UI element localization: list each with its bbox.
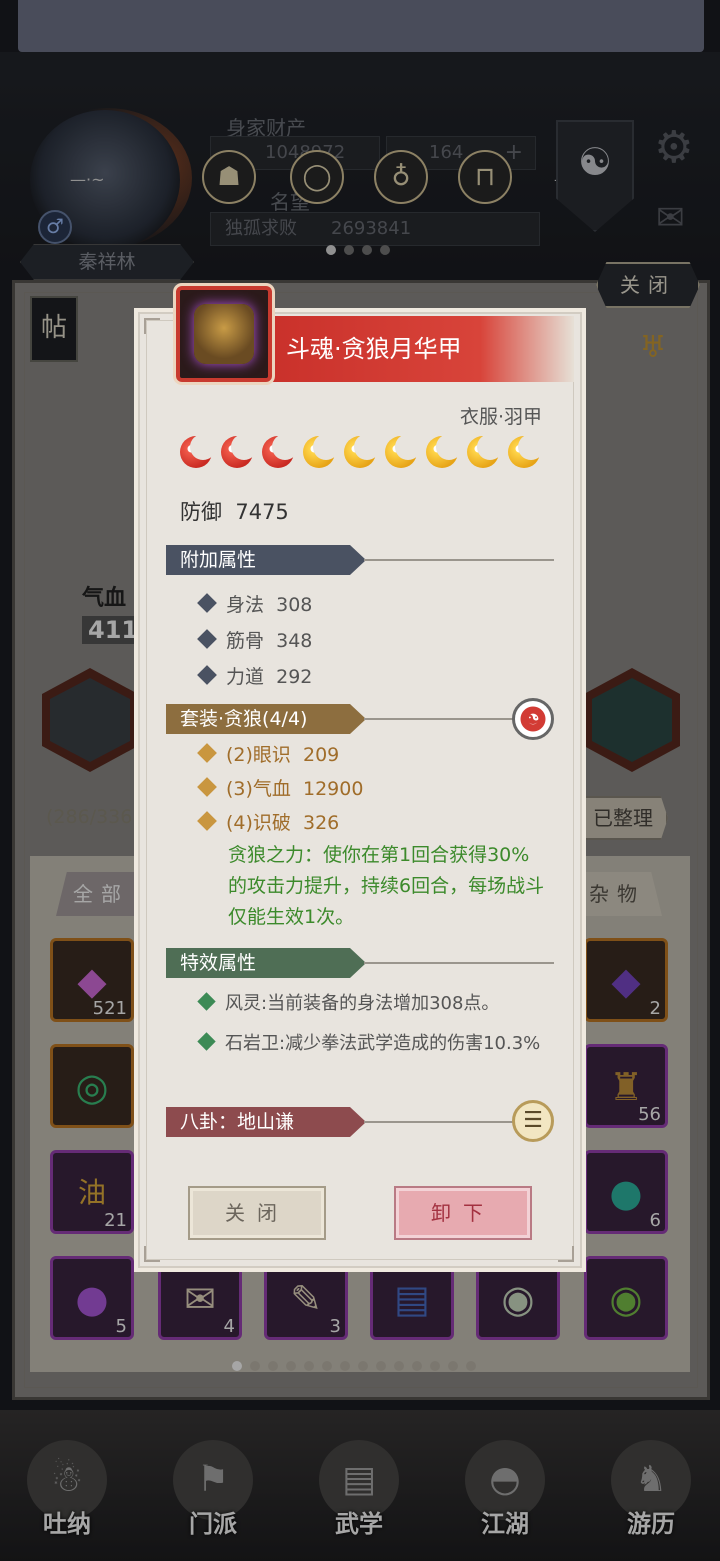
diamond-icon (197, 777, 217, 797)
attr-lidao: 力道 292 (197, 662, 313, 689)
section-special: 特效属性 (166, 948, 366, 978)
section-divider (364, 559, 554, 561)
defense-value: 防御 7475 (180, 500, 289, 524)
corner-ornament (144, 1246, 160, 1262)
section-divider (364, 718, 514, 720)
section-divider (364, 962, 554, 964)
bagua-icon[interactable]: ☰ (512, 1100, 554, 1142)
special-text: 风灵:当前装备的身法增加308点。 (225, 993, 500, 1014)
red-moon-icon (262, 434, 298, 468)
set-attr: (4)识破 326 (197, 808, 340, 835)
close-button[interactable]: 关闭 (188, 1186, 326, 1240)
section-bagua: 八卦：地山谦 (166, 1107, 366, 1137)
diamond-icon (197, 665, 217, 685)
section-set: 套装·贪狼(4/4) (166, 704, 366, 734)
diamond-icon (197, 593, 217, 613)
set-attr-text: (4)识破 326 (226, 812, 340, 834)
gold-moon-icon (344, 434, 380, 468)
gold-moon-icon (508, 434, 544, 468)
unequip-button[interactable]: 卸下 (394, 1186, 532, 1240)
set-attr: (3)气血 12900 (197, 774, 364, 801)
attr-name: 力道 (226, 666, 265, 688)
diamond-icon (197, 1032, 216, 1051)
section-extra-attrs: 附加属性 (166, 545, 366, 575)
set-attr-text: (2)眼识 209 (226, 744, 340, 766)
attr-value: 308 (276, 594, 313, 616)
gold-moon-icon (385, 434, 421, 468)
set-yinyang-icon[interactable]: ☯ (512, 698, 554, 740)
item-icon (176, 286, 272, 382)
diamond-icon (197, 629, 217, 649)
section-divider (364, 1121, 514, 1123)
set-attr-text: (3)气血 12900 (226, 778, 364, 800)
item-title: 斗魂·贪狼月华甲 (262, 316, 574, 382)
gold-moon-icon (426, 434, 462, 468)
diamond-icon (197, 743, 217, 763)
diamond-icon (197, 992, 216, 1011)
set-attr: (2)眼识 209 (197, 740, 340, 767)
special-text: 石岩卫:减少拳法武学造成的伤害10.3% (225, 1033, 541, 1054)
diamond-icon (197, 811, 217, 831)
special-attr: 石岩卫:减少拳法武学造成的伤害10.3% (197, 1028, 550, 1059)
star-rating (180, 434, 560, 472)
red-moon-icon (221, 434, 257, 468)
gold-moon-icon (467, 434, 503, 468)
attr-name: 身法 (226, 594, 265, 616)
armor-icon (194, 304, 254, 364)
item-type: 衣服·羽甲 (460, 406, 543, 428)
special-attr: 风灵:当前装备的身法增加308点。 (197, 988, 550, 1019)
corner-ornament (144, 318, 160, 334)
gold-moon-icon (303, 434, 339, 468)
attr-shenfa: 身法 308 (197, 590, 313, 617)
set-effect-description: 贪狼之力：使你在第1回合获得30%的攻击力提升，持续6回合，每场战斗仅能生效1次… (228, 844, 545, 928)
attr-name: 筋骨 (226, 630, 265, 652)
attr-jingu: 筋骨 348 (197, 626, 313, 653)
corner-ornament (558, 1246, 574, 1262)
attr-value: 292 (276, 666, 313, 688)
attr-value: 348 (276, 630, 313, 652)
red-moon-icon (180, 434, 216, 468)
